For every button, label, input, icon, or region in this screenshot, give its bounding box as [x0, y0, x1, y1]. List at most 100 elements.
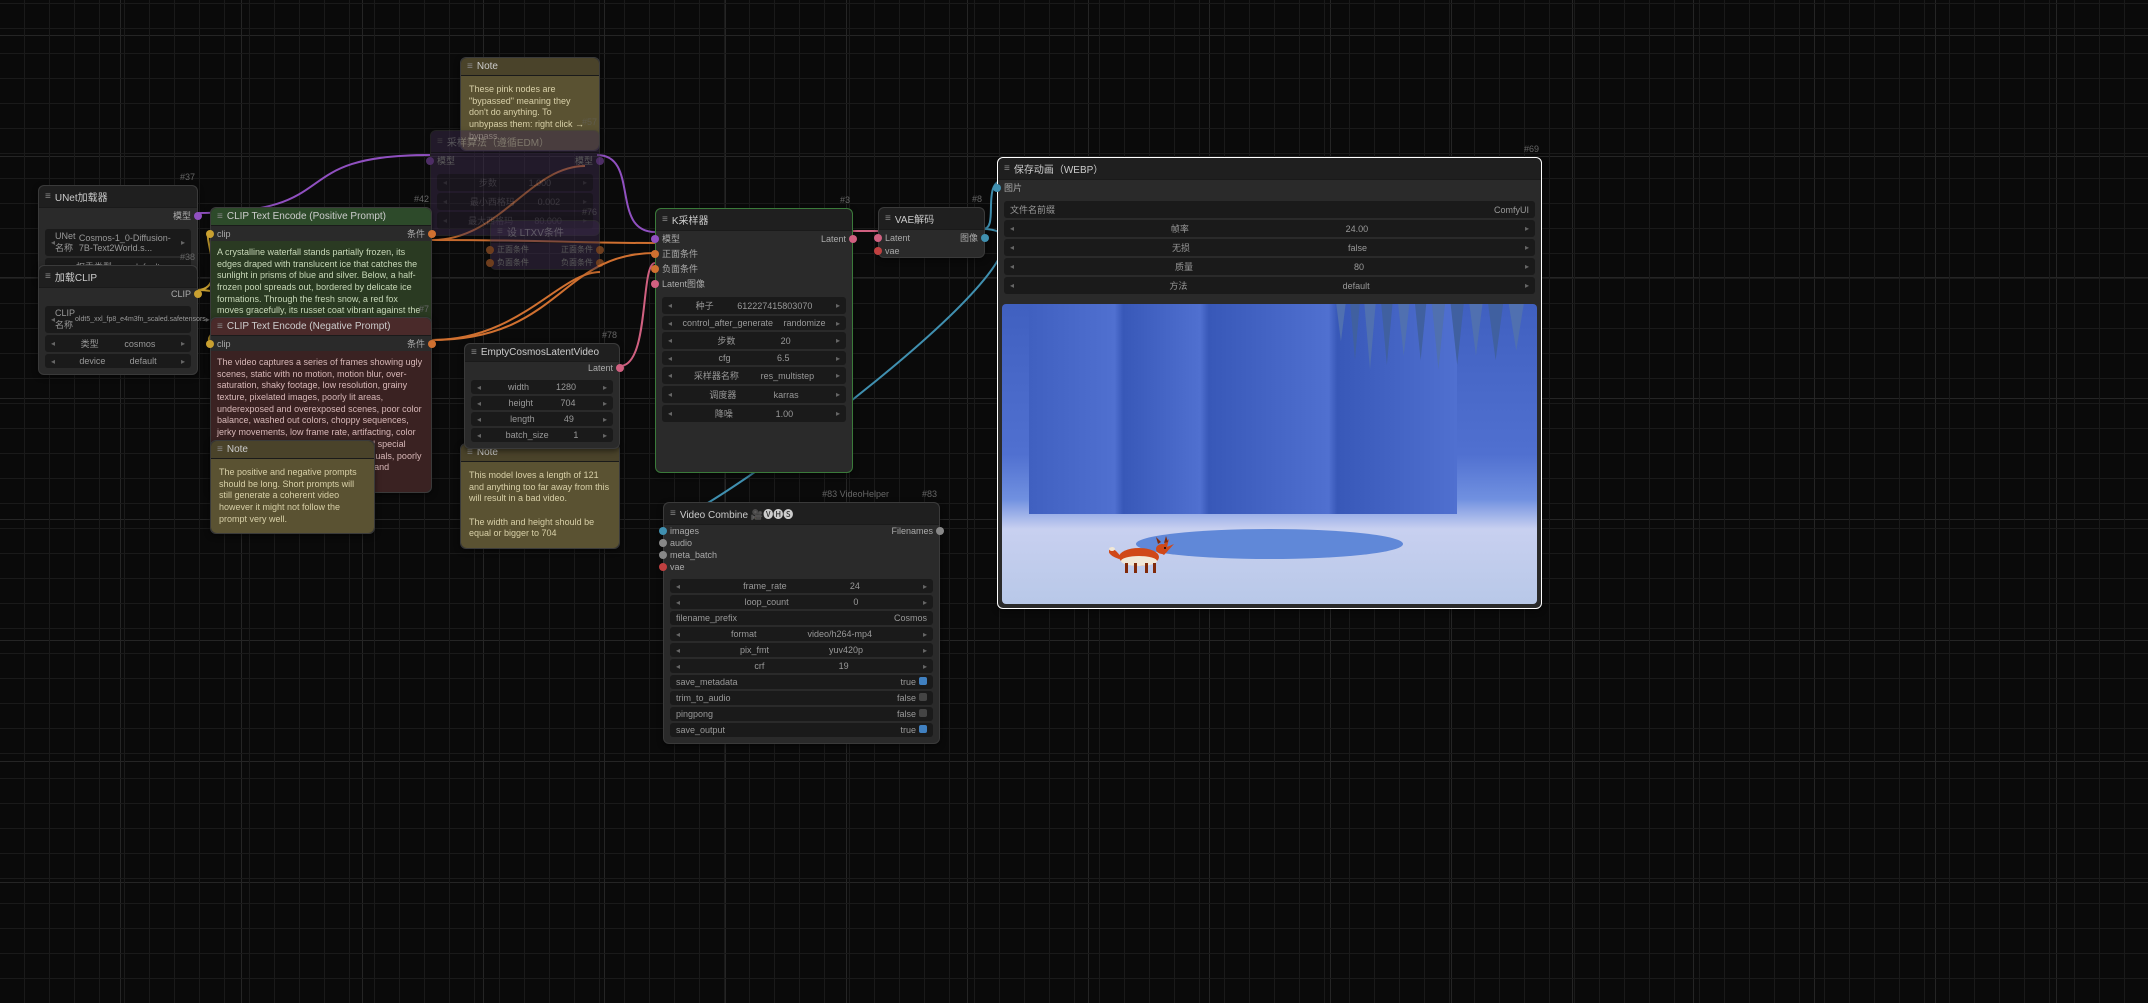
param-row[interactable]: ◂batch_size1▸	[471, 428, 613, 442]
output-port[interactable]	[428, 340, 436, 348]
output-port[interactable]	[981, 234, 989, 242]
input-port[interactable]	[659, 551, 667, 559]
output-port[interactable]	[194, 212, 202, 220]
node-header[interactable]: ≡ Note	[461, 58, 599, 76]
toggle-icon[interactable]	[919, 693, 927, 701]
output-port[interactable]	[596, 246, 604, 254]
fox-icon	[1109, 529, 1179, 574]
param-row[interactable]: ◂height704▸	[471, 396, 613, 410]
param-row[interactable]: 文件名前缀ComfyUI	[1004, 201, 1535, 218]
drag-icon: ≡	[662, 214, 668, 225]
input-port[interactable]	[874, 247, 882, 255]
toggle-icon[interactable]	[919, 709, 927, 717]
note-text[interactable]: The positive and negative prompts should…	[211, 459, 374, 533]
note-node[interactable]: ≡ Note The positive and negative prompts…	[210, 440, 375, 534]
node-id-left: #83 VideoHelper	[822, 489, 889, 499]
empty-latent-node[interactable]: #78 ≡ EmptyCosmosLatentVideo Latent ◂wid…	[464, 343, 620, 449]
node-title-text: K采样器	[672, 212, 709, 227]
input-port[interactable]	[206, 230, 214, 238]
output-port[interactable]	[194, 290, 202, 298]
input-port[interactable]	[659, 527, 667, 535]
input-port[interactable]	[659, 563, 667, 571]
param-row[interactable]: ◂调度器karras▸	[662, 386, 846, 403]
param-row[interactable]: ◂width1280▸	[471, 380, 613, 394]
param-row[interactable]: ◂质量80▸	[1004, 258, 1535, 275]
param-row[interactable]: save_outputtrue	[670, 723, 933, 737]
input-port[interactable]	[486, 259, 494, 267]
param-row[interactable]: ◂devicedefault▸	[45, 354, 191, 368]
param-row[interactable]: ◂frame_rate24▸	[670, 579, 933, 593]
toggle-icon[interactable]	[919, 725, 927, 733]
param-row[interactable]: ◂pix_fmtyuv420p▸	[670, 643, 933, 657]
param-row[interactable]: ◂采样器名称res_multistep▸	[662, 367, 846, 384]
input-port[interactable]	[874, 234, 882, 242]
node-header[interactable]: ≡ CLIP Text Encode (Negative Prompt)	[211, 318, 431, 336]
param-row[interactable]: ◂cfg6.5▸	[662, 351, 846, 365]
input-port[interactable]	[993, 184, 1001, 192]
input-port[interactable]	[651, 280, 659, 288]
preview-image[interactable]	[1002, 304, 1537, 604]
param-row[interactable]: ◂降噪1.00▸	[662, 405, 846, 422]
node-header[interactable]: ≡ 设 LTXV条件	[491, 221, 599, 243]
ksampler-node[interactable]: #3 ≡ K采样器 模型Latent 正面条件 负面条件 Latent图像 ◂种…	[655, 208, 853, 473]
node-header[interactable]: ≡ 加载CLIP	[39, 266, 197, 288]
param-row[interactable]: filename_prefixCosmos	[670, 611, 933, 625]
param-row[interactable]: save_metadatatrue	[670, 675, 933, 689]
output-port[interactable]	[849, 235, 857, 243]
bypassed-ltxv-node[interactable]: #76 ≡ 设 LTXV条件 正面条件正面条件 负面条件负面条件	[490, 220, 600, 270]
node-title-text: UNet加载器	[55, 189, 108, 204]
param-row[interactable]: ◂帧率24.00▸	[1004, 220, 1535, 237]
param-row[interactable]: ◂步数1.000▸	[437, 174, 593, 191]
param-row[interactable]: ◂最小西格玛0.002▸	[437, 193, 593, 210]
output-port[interactable]	[596, 259, 604, 267]
node-header[interactable]: ≡ Note	[211, 441, 374, 459]
input-port[interactable]	[651, 250, 659, 258]
node-title-text: CLIP Text Encode (Positive Prompt)	[227, 211, 386, 222]
output-port[interactable]	[936, 527, 944, 535]
input-port[interactable]	[426, 157, 434, 165]
drag-icon: ≡	[467, 61, 473, 72]
input-port[interactable]	[206, 340, 214, 348]
toggle-icon[interactable]	[919, 677, 927, 685]
node-header[interactable]: ≡ CLIP Text Encode (Positive Prompt)	[211, 208, 431, 226]
input-port[interactable]	[486, 246, 494, 254]
node-canvas[interactable]: #37 ≡ UNet加载器 模型 ◂UNet名称Cosmos-1_0-Diffu…	[0, 0, 2148, 1003]
param-row[interactable]: ◂步数20▸	[662, 332, 846, 349]
param-row[interactable]: trim_to_audiofalse	[670, 691, 933, 705]
node-title-text: Video Combine 🎥🅥🅗🅢	[680, 506, 793, 521]
node-header[interactable]: ≡ 采样算法（遵循EDM）	[431, 131, 599, 153]
input-port[interactable]	[651, 265, 659, 273]
node-title-text: CLIP Text Encode (Negative Prompt)	[227, 321, 391, 332]
video-combine-node[interactable]: #83 #83 VideoHelper ≡ Video Combine 🎥🅥🅗🅢…	[663, 502, 940, 744]
node-header[interactable]: ≡ 保存动画（WEBP）	[998, 158, 1541, 180]
input-port[interactable]	[651, 235, 659, 243]
node-header[interactable]: ≡ UNet加载器	[39, 186, 197, 208]
node-header[interactable]: ≡ Video Combine 🎥🅥🅗🅢	[664, 503, 939, 525]
param-row[interactable]: pingpongfalse	[670, 707, 933, 721]
output-port[interactable]	[428, 230, 436, 238]
param-row[interactable]: ◂loop_count0▸	[670, 595, 933, 609]
param-row[interactable]: ◂方法default▸	[1004, 277, 1535, 294]
output-port[interactable]	[616, 364, 624, 372]
param-row[interactable]: ◂crf19▸	[670, 659, 933, 673]
clip-loader-node[interactable]: #38 ≡ 加载CLIP CLIP ◂CLIP名称oldt5_xxl_fp8_e…	[38, 265, 198, 375]
vae-decode-node[interactable]: #8 ≡ VAE解码 Latent图像 vae	[878, 207, 985, 258]
param-row[interactable]: ◂无损false▸	[1004, 239, 1535, 256]
drag-icon: ≡	[1004, 163, 1010, 174]
node-title-text: Note	[227, 444, 248, 455]
node-header[interactable]: ≡ VAE解码	[879, 208, 984, 230]
param-row[interactable]: ◂类型cosmos▸	[45, 335, 191, 352]
param-row[interactable]: ◂control_after_generaterandomize▸	[662, 316, 846, 330]
param-row[interactable]: ◂种子612227415803070▸	[662, 297, 846, 314]
note-text[interactable]: This model loves a length of 121 and any…	[461, 462, 619, 548]
input-port[interactable]	[659, 539, 667, 547]
node-header[interactable]: ≡ EmptyCosmosLatentVideo	[465, 344, 619, 362]
param-row[interactable]: ◂length49▸	[471, 412, 613, 426]
output-port[interactable]	[596, 157, 604, 165]
note-node[interactable]: ≡ Note This model loves a length of 121 …	[460, 443, 620, 549]
node-header[interactable]: ≡ K采样器	[656, 209, 852, 231]
param-row[interactable]: ◂UNet名称Cosmos-1_0-Diffusion-7B-Text2Worl…	[45, 229, 191, 256]
save-webp-node[interactable]: #69 ≡ 保存动画（WEBP） 图片 文件名前缀ComfyUI ◂帧率24.0…	[997, 157, 1542, 609]
param-row[interactable]: ◂formatvideo/h264-mp4▸	[670, 627, 933, 641]
param-row[interactable]: ◂CLIP名称oldt5_xxl_fp8_e4m3fn_scaled.safet…	[45, 306, 191, 333]
